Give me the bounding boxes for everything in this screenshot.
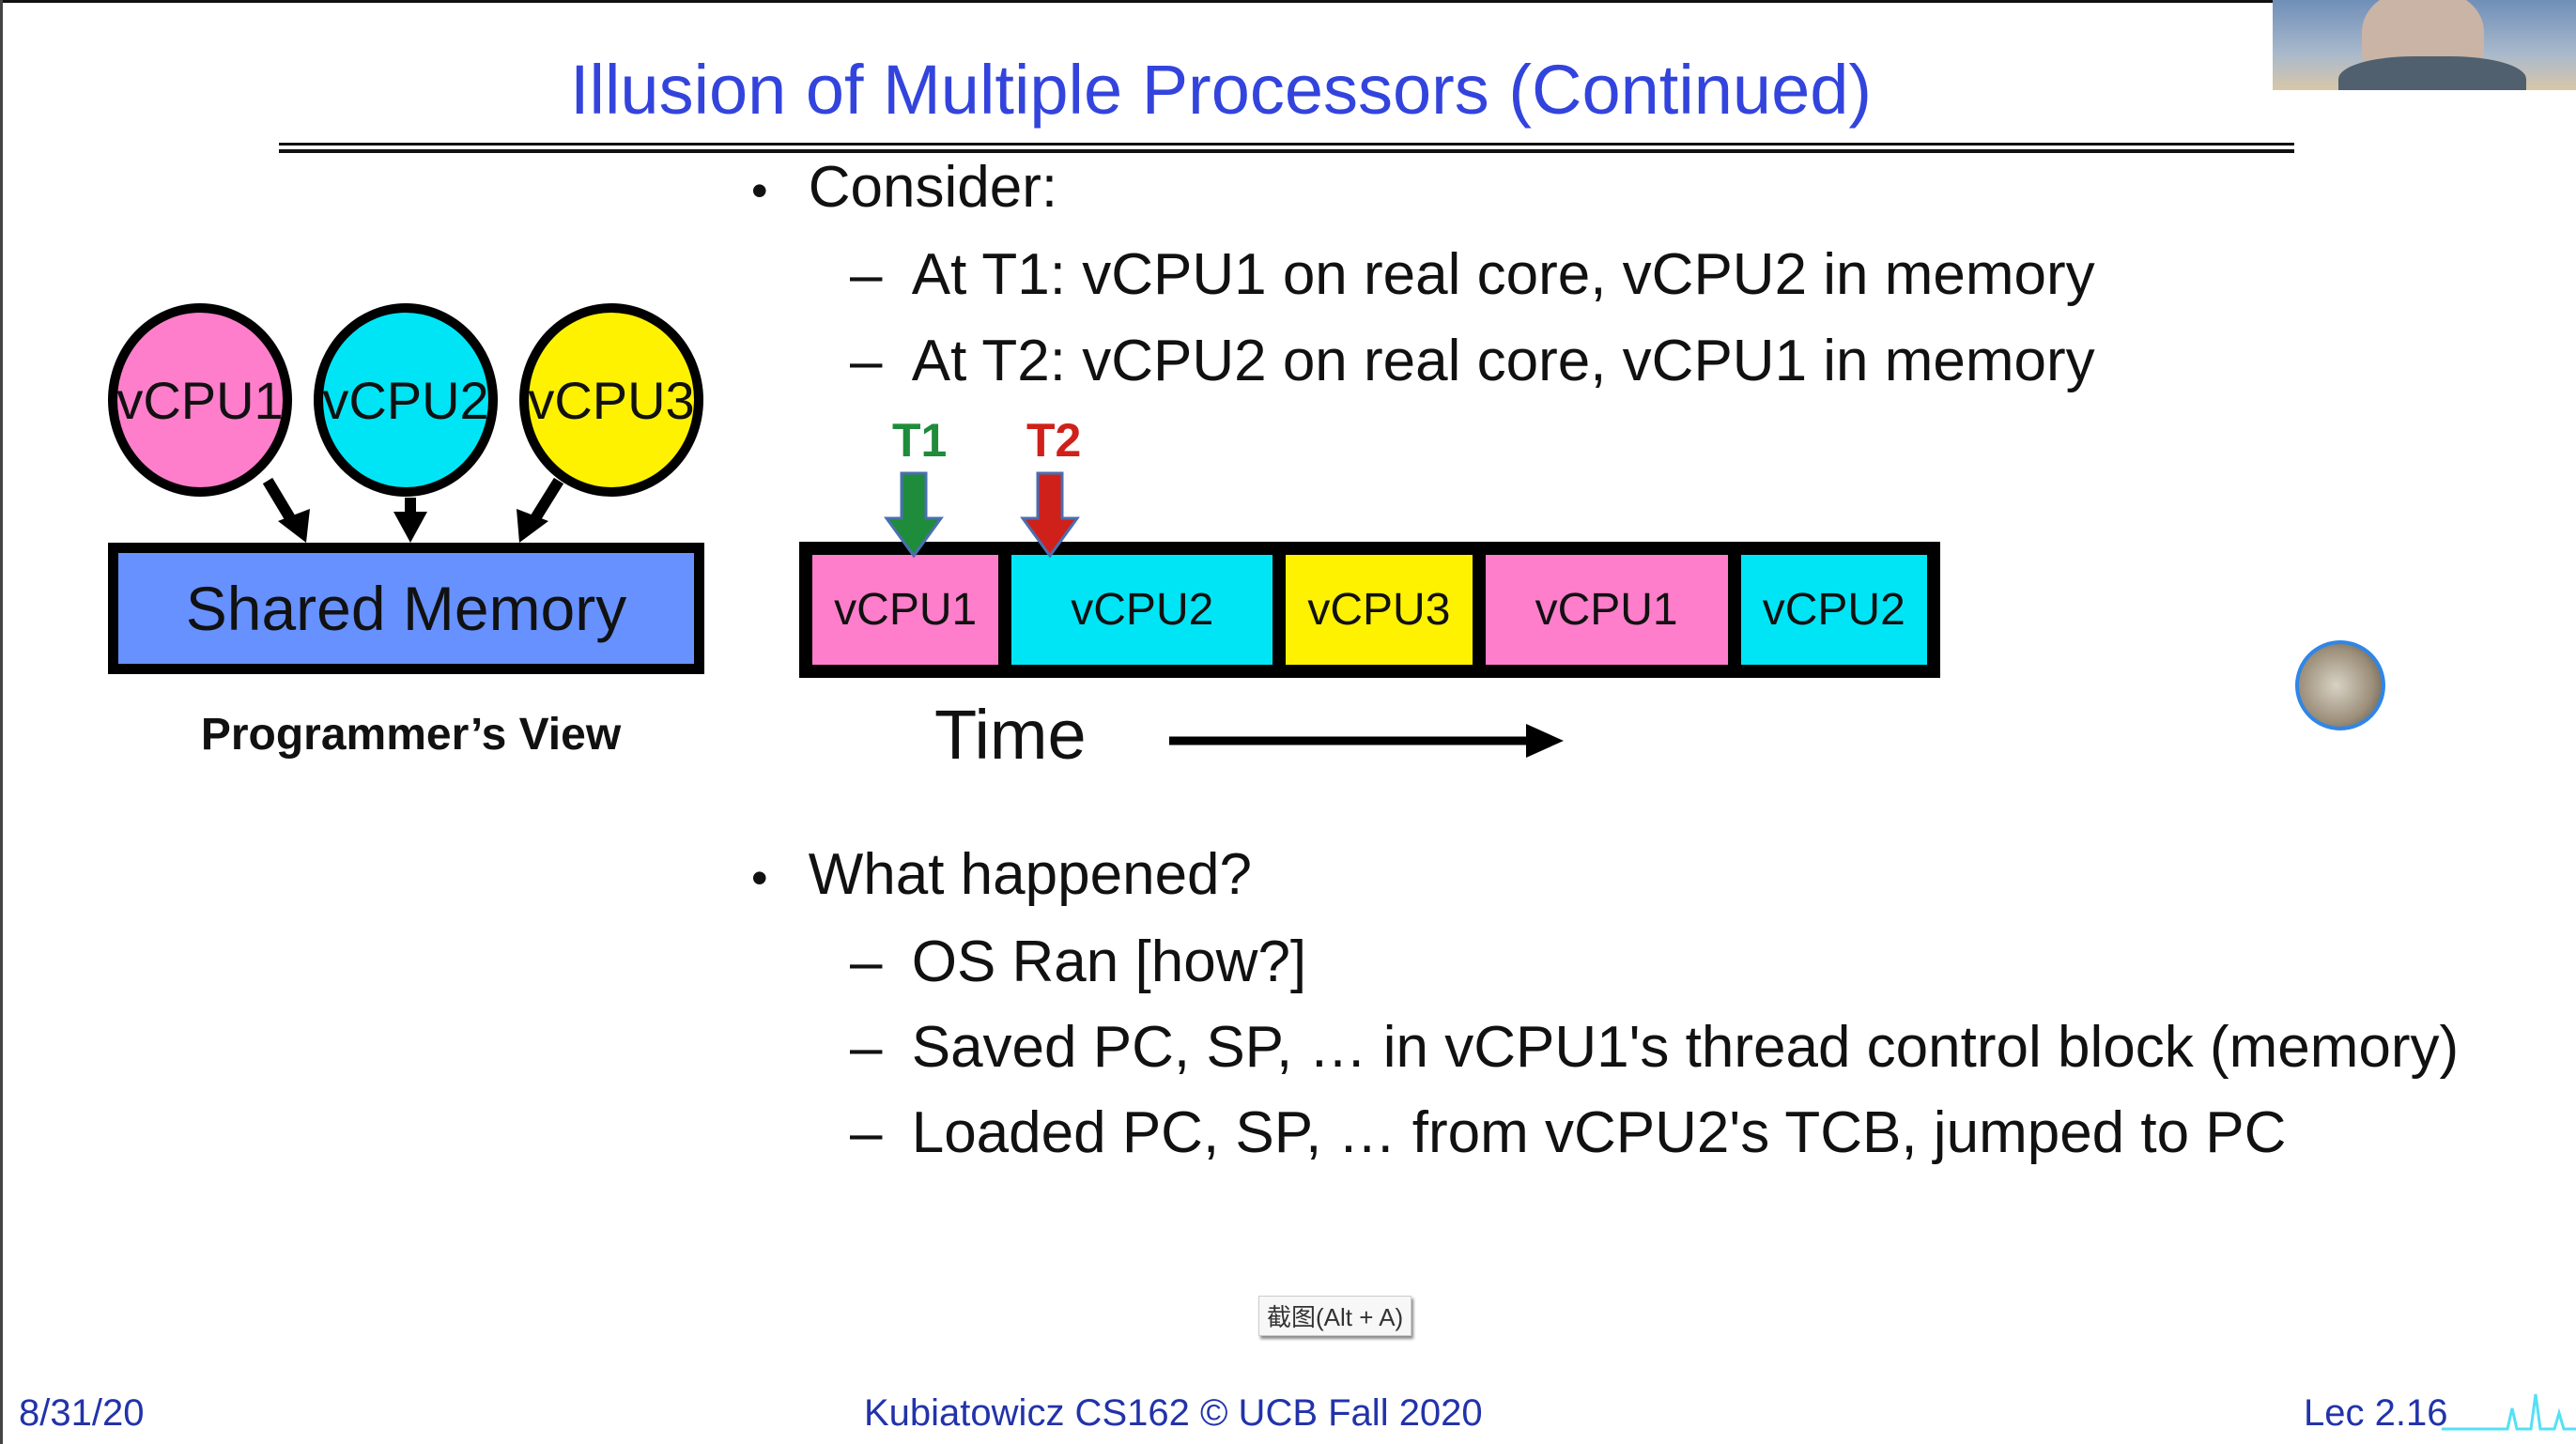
bullet-what-happened: • What happened? xyxy=(751,842,1252,911)
sub-bullet: – OS Ran [how?] xyxy=(850,929,1306,995)
sub-bullet: – At T1: vCPU1 on real core, vCPU2 in me… xyxy=(850,242,2095,308)
timeline-segment-1: vCPU1 xyxy=(812,555,999,665)
time-label: Time xyxy=(934,696,1087,774)
footer-course: Kubiatowicz CS162 © UCB Fall 2020 xyxy=(864,1392,1483,1434)
timeline-segment-label: vCPU1 xyxy=(1535,585,1678,635)
arrow-vcpu2-head xyxy=(393,512,427,543)
vcpu2-label: vCPU2 xyxy=(322,370,489,430)
t2-arrow-icon xyxy=(1020,471,1080,559)
vcpu3-circle: vCPU3 xyxy=(519,303,703,497)
footer-date: 8/31/20 xyxy=(19,1392,145,1434)
sub-bullet-text: Saved PC, SP, … in vCPU1's thread contro… xyxy=(911,1015,2460,1080)
dash-icon: – xyxy=(850,929,883,994)
vcpu2-circle: vCPU2 xyxy=(314,303,498,497)
time-arrow-icon xyxy=(1169,724,1564,758)
footer-page-number: Lec 2.16 xyxy=(2304,1392,2448,1434)
t2-label: T2 xyxy=(1026,414,1082,467)
time-markers xyxy=(884,471,1080,559)
dash-icon: – xyxy=(850,329,883,393)
vcpu3-label: vCPU3 xyxy=(528,370,695,430)
sub-bullet-text: OS Ran [how?] xyxy=(911,929,1307,994)
participant-avatar[interactable] xyxy=(2295,640,2385,730)
dash-icon: – xyxy=(850,242,883,307)
screenshot-tooltip: 截图(Alt + A) xyxy=(1258,1296,1412,1336)
audio-level-icon xyxy=(2442,1393,2576,1431)
sub-bullet: – Loaded PC, SP, … from vCPU2's TCB, jum… xyxy=(850,1100,2286,1166)
sub-bullet-text: Loaded PC, SP, … from vCPU2's TCB, jumpe… xyxy=(911,1100,2287,1165)
t1-arrow-icon xyxy=(884,471,944,559)
bullet-consider: • Consider: xyxy=(751,155,1057,223)
presenter-webcam[interactable] xyxy=(2273,0,2576,90)
bullet-dot-icon: • xyxy=(751,164,768,217)
sub-bullet: – Saved PC, SP, … in vCPU1's thread cont… xyxy=(850,1015,2459,1081)
dash-icon: – xyxy=(850,1015,883,1080)
arrow-vcpu1-line xyxy=(262,477,299,527)
bullet-text: What happened? xyxy=(808,842,1253,907)
sub-bullet-text: At T2: vCPU2 on real core, vCPU1 in memo… xyxy=(911,329,2095,393)
timeline-segment-4: vCPU1 xyxy=(1485,555,1728,665)
bullet-dot-icon: • xyxy=(751,852,768,904)
sub-bullet-text: At T1: vCPU1 on real core, vCPU2 in memo… xyxy=(911,242,2095,307)
dash-icon: – xyxy=(850,1100,883,1165)
bullet-text: Consider: xyxy=(808,155,1058,220)
shared-memory-box: Shared Memory xyxy=(108,543,704,674)
t1-label: T1 xyxy=(892,414,948,467)
vcpu1-label: vCPU1 xyxy=(116,370,284,430)
timeline-segment-label: vCPU3 xyxy=(1307,585,1451,635)
timeline-segment-5: vCPU2 xyxy=(1740,555,1927,665)
timeline-segment-label: vCPU2 xyxy=(1762,585,1905,635)
timeline-segment-2: vCPU2 xyxy=(1011,555,1273,665)
programmers-view-caption: Programmer’s View xyxy=(200,710,622,760)
shared-memory-label: Shared Memory xyxy=(185,574,627,643)
presenter-shirt xyxy=(2338,56,2526,90)
timeline-segment-3: vCPU3 xyxy=(1286,555,1473,665)
vcpu1-circle: vCPU1 xyxy=(108,303,292,497)
timeline-segment-label: vCPU1 xyxy=(834,585,978,635)
sub-bullet: – At T2: vCPU2 on real core, vCPU1 in me… xyxy=(850,329,2095,394)
timeline-segment-label: vCPU2 xyxy=(1071,585,1214,635)
